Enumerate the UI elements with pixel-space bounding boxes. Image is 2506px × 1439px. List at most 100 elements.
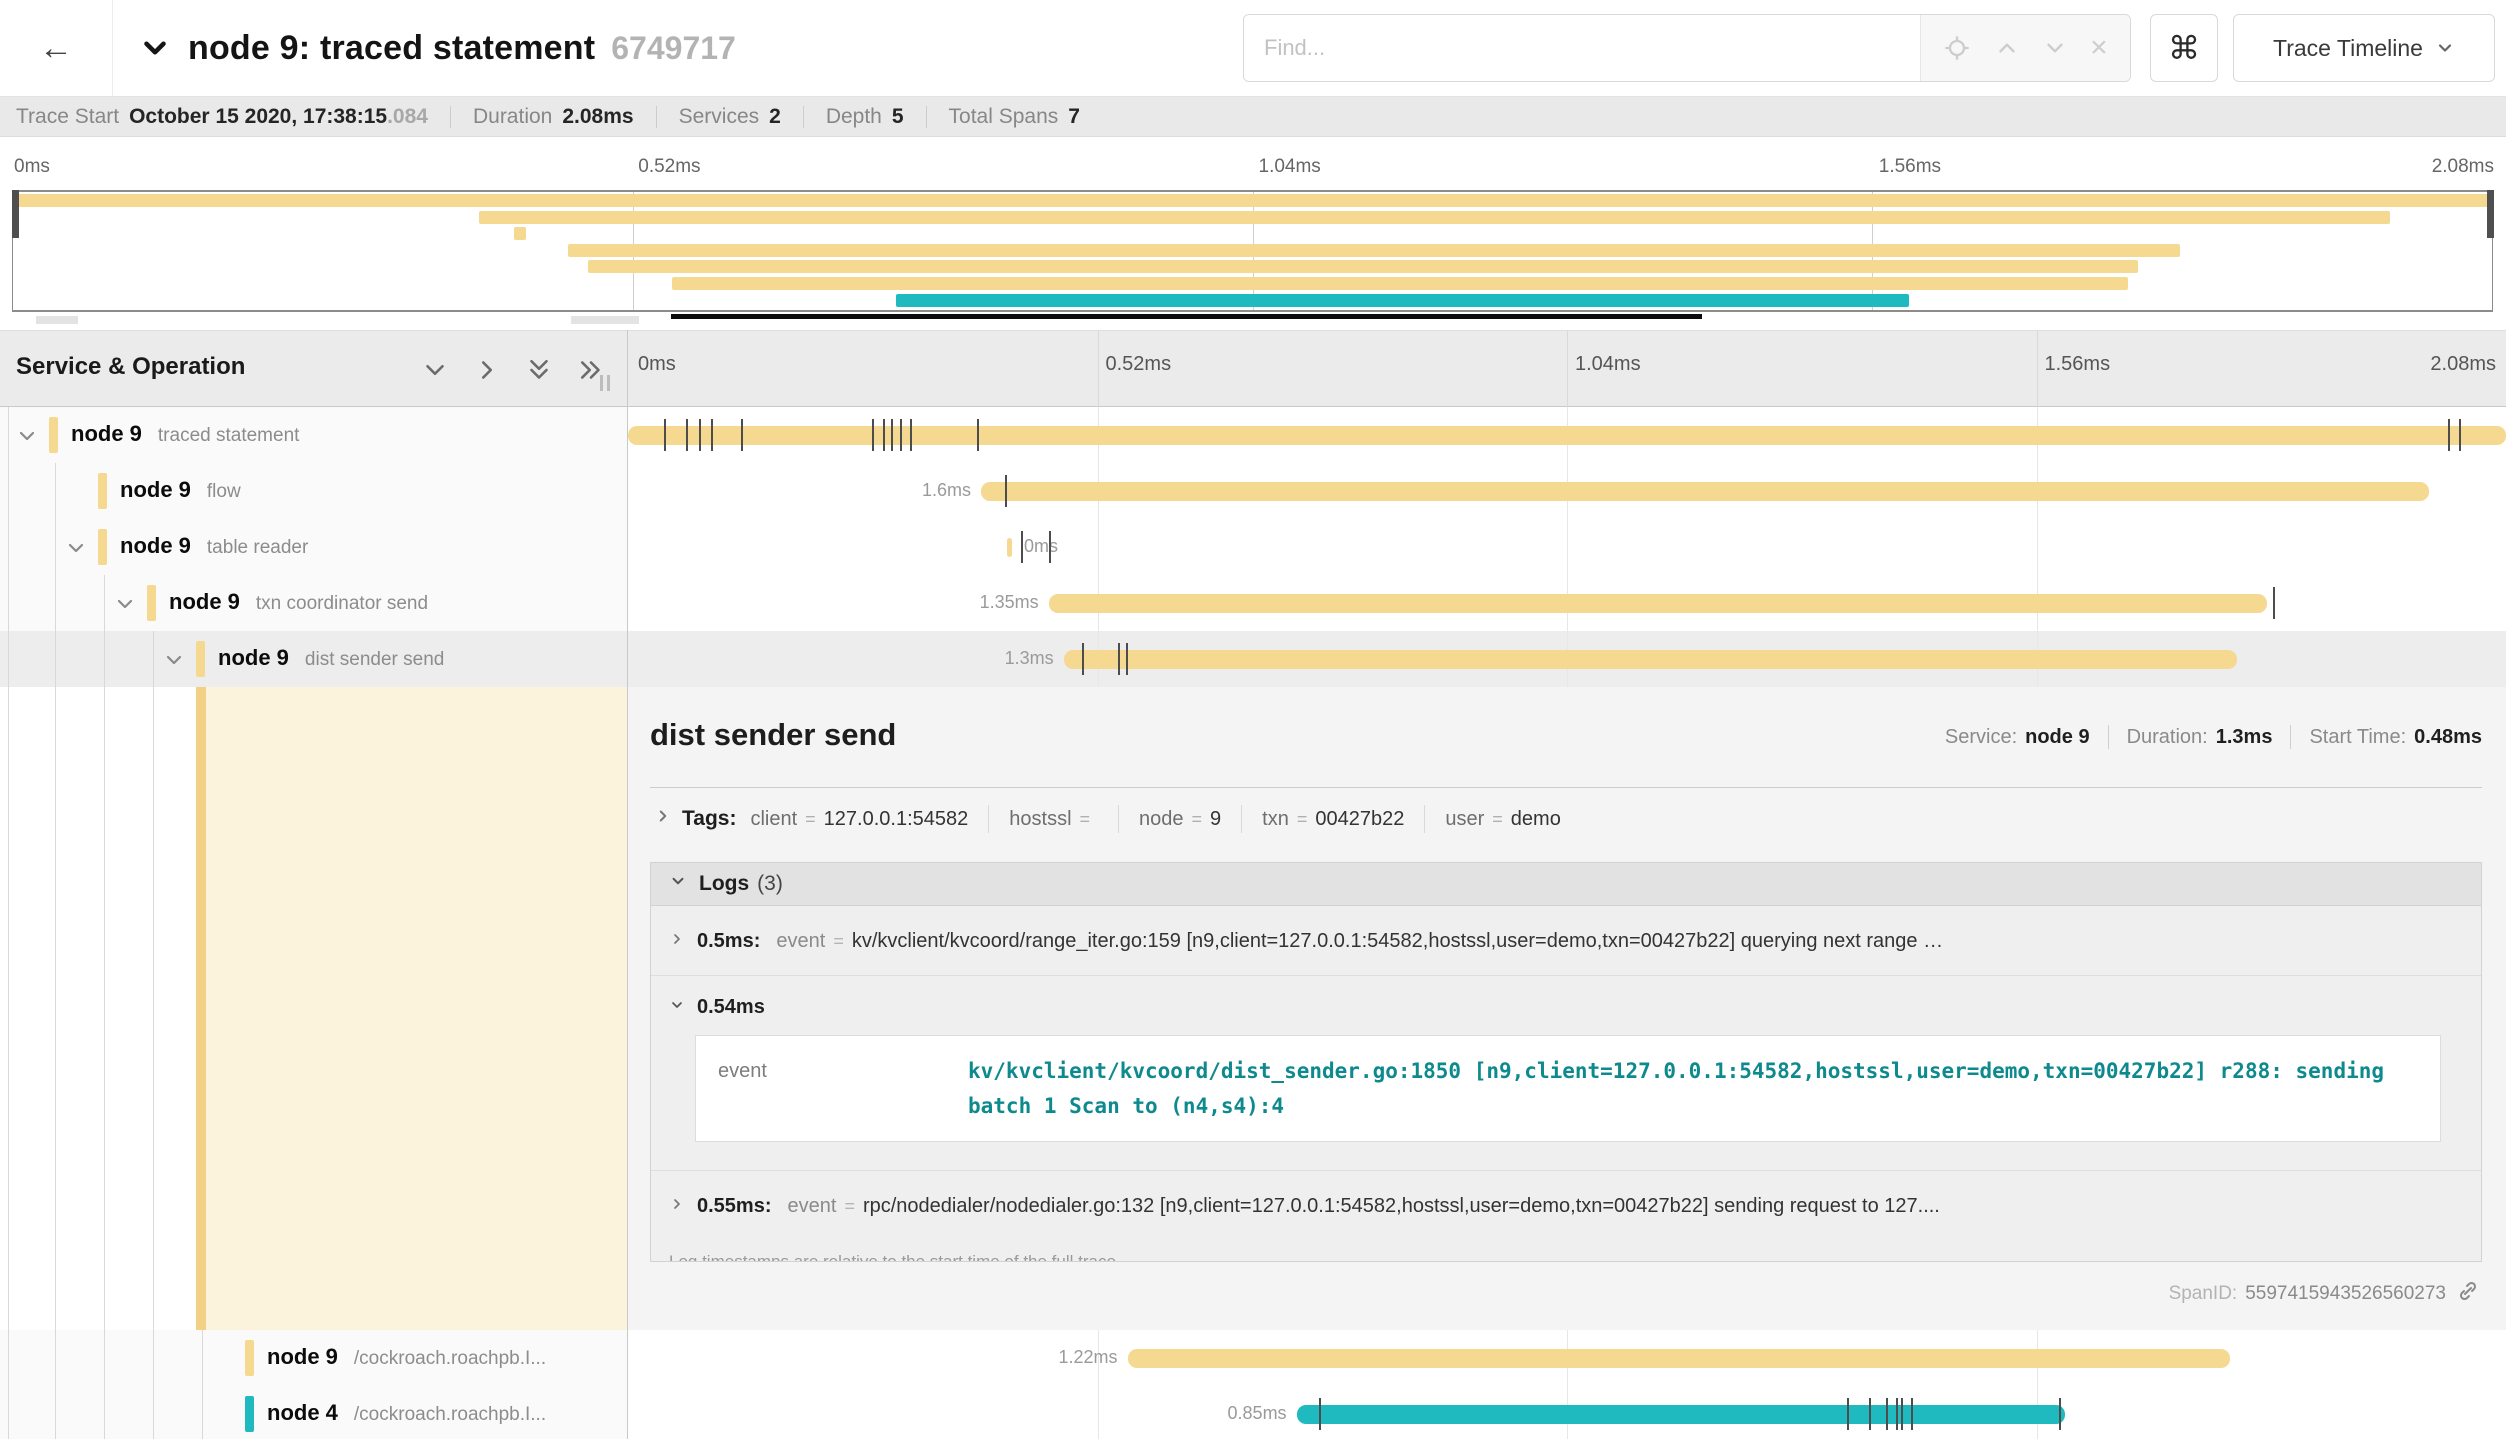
minimap-span-bar [896, 294, 1910, 307]
span-timeline-cell[interactable] [628, 407, 2506, 463]
span-bar[interactable] [1297, 1405, 2065, 1424]
log-marker-tick [977, 419, 979, 451]
row-expand-chevron-icon[interactable] [15, 424, 39, 453]
log-marker-tick [1869, 1398, 1871, 1430]
trace-id-short: 6749717 [611, 30, 736, 67]
log-marker-tick [2273, 587, 2275, 619]
minimap-tick-label: 0ms [14, 156, 50, 178]
keyboard-shortcuts-button[interactable]: ⌘ [2150, 14, 2218, 82]
tag-separator [1118, 805, 1119, 833]
service-name: node 9traced statement [71, 421, 299, 447]
start-time-value: 0.48ms [2414, 726, 2482, 749]
collapse-trace-header-icon[interactable] [138, 31, 172, 70]
tags-row[interactable]: Tags:client=127.0.0.1:54582hostssl=node=… [654, 805, 1561, 833]
span-row[interactable]: node 9table reader0ms [0, 519, 2506, 575]
log-marker-tick [1082, 643, 1084, 675]
span-name-cell[interactable]: node 9flow [0, 463, 627, 519]
minimap-span-bar [568, 244, 2179, 257]
log-marker-tick [686, 419, 688, 451]
tag-value: 127.0.0.1:54582 [824, 808, 969, 831]
span-row[interactable]: node 9traced statement [0, 407, 2506, 463]
span-color-bar [49, 417, 58, 453]
ruler-grid-line [1567, 331, 1568, 407]
span-timeline-cell[interactable]: 1.3ms [628, 631, 2506, 687]
detail-divider [650, 787, 2482, 788]
span-detail-row: dist sender send Service:node 9 Duration… [0, 687, 2506, 1330]
log-timestamp: 0.54ms [697, 996, 765, 1019]
tags-label: Tags: [682, 807, 736, 831]
log-expanded-header[interactable]: 0.54ms [669, 996, 2461, 1019]
span-bar[interactable] [981, 482, 2429, 501]
minimap-handle-right[interactable] [2487, 190, 2494, 238]
find-clear-icon[interactable]: × [2090, 31, 2108, 65]
span-row[interactable]: node 4/cockroach.roachpb.I...0.85ms [0, 1386, 2506, 1439]
find-next-icon[interactable] [2042, 35, 2068, 61]
span-name-cell[interactable]: node 9/cockroach.roachpb.I... [0, 1330, 627, 1386]
span-color-bar [98, 529, 107, 565]
log-kv-key: event [696, 1054, 968, 1123]
locate-icon[interactable] [1943, 34, 1971, 62]
ruler-tick-label: 0ms [638, 353, 676, 376]
column-divider[interactable] [627, 330, 628, 1439]
tree-guide-line [202, 1386, 203, 1439]
span-name-cell[interactable]: node 9table reader [0, 519, 627, 575]
logs-title: Logs [699, 872, 749, 896]
span-bar[interactable] [1064, 650, 2238, 669]
span-timeline-cell[interactable]: 1.22ms [628, 1330, 2506, 1386]
row-expand-chevron-icon[interactable] [162, 648, 186, 677]
tree-guide-line [104, 631, 105, 687]
find-prev-icon[interactable] [1994, 35, 2020, 61]
minimap-scroll-indicator[interactable] [671, 314, 1702, 319]
span-row[interactable]: node 9dist sender send 1.3ms [0, 631, 2506, 687]
column-resize-grip[interactable] [600, 375, 610, 391]
summary-separator [926, 106, 927, 128]
collapse-one-icon[interactable] [420, 355, 450, 385]
span-name-cell[interactable]: node 9txn coordinator send [0, 575, 627, 631]
log-marker-tick [2448, 419, 2450, 451]
span-row[interactable]: node 9/cockroach.roachpb.I...1.22ms [0, 1330, 2506, 1386]
log-field-value: kv/kvclient/kvcoord/range_iter.go:159 [n… [852, 930, 1943, 953]
log-marker-tick [872, 419, 874, 451]
log-row[interactable]: 0.55ms:event=rpc/nodedialer/nodedialer.g… [651, 1170, 2481, 1240]
span-id-label: SpanID: [2169, 1283, 2238, 1305]
tree-guide-line [104, 687, 105, 1330]
collapse-all-icon[interactable] [524, 355, 554, 385]
expand-one-icon[interactable] [472, 355, 502, 385]
row-expand-chevron-icon[interactable] [113, 592, 137, 621]
log-marker-tick [664, 419, 666, 451]
timeline-column-header: Service & Operation 0ms0.52ms1.04ms1.56m… [0, 330, 2506, 407]
span-name-cell[interactable]: node 9traced statement [0, 407, 627, 463]
logs-header[interactable]: Logs (3) [651, 863, 2481, 906]
span-duration-label: 1.3ms [1005, 648, 1054, 669]
span-detail-left-gutter [0, 687, 627, 1330]
span-timeline-cell[interactable]: 0ms [628, 519, 2506, 575]
log-kv-value: kv/kvclient/kvcoord/dist_sender.go:1850 … [968, 1054, 2440, 1123]
span-timeline-cell[interactable]: 0.85ms [628, 1386, 2506, 1439]
view-selector-button[interactable]: Trace Timeline [2233, 14, 2495, 82]
row-expand-chevron-icon[interactable] [64, 536, 88, 565]
span-bar[interactable] [1049, 594, 2268, 613]
link-icon[interactable] [2446, 1279, 2480, 1309]
log-kv-table: eventkv/kvclient/kvcoord/dist_sender.go:… [695, 1035, 2441, 1142]
span-row[interactable]: node 9flow1.6ms [0, 463, 2506, 519]
span-timeline-cell[interactable]: 1.35ms [628, 575, 2506, 631]
span-bar[interactable] [1007, 538, 1012, 557]
span-name-cell[interactable]: node 4/cockroach.roachpb.I... [0, 1386, 627, 1439]
span-row[interactable]: node 9txn coordinator send1.35ms [0, 575, 2506, 631]
log-row[interactable]: 0.5ms:event=kv/kvclient/kvcoord/range_it… [651, 906, 2481, 975]
log-row-expanded[interactable]: 0.54ms eventkv/kvclient/kvcoord/dist_send… [651, 975, 2481, 1170]
tree-guide-line [55, 575, 56, 631]
trace-timeline-page: ← node 9: traced statement 6749717 × ⌘ T… [0, 0, 2506, 1439]
back-button[interactable]: ← [0, 0, 113, 96]
span-bar[interactable] [1128, 1349, 2230, 1368]
view-selector-label: Trace Timeline [2273, 35, 2423, 62]
timeline-grid-line [1098, 519, 1099, 575]
minimap-canvas[interactable] [12, 190, 2493, 312]
summary-item-label: Total Spans [949, 105, 1059, 129]
log-marker-tick [1886, 1398, 1888, 1430]
span-timeline-cell[interactable]: 1.6ms [628, 463, 2506, 519]
minimap-handle-left[interactable] [12, 190, 19, 238]
span-name-cell[interactable]: node 9dist sender send [0, 631, 627, 687]
span-detail-panel: dist sender send Service:node 9 Duration… [628, 687, 2506, 1330]
find-input[interactable] [1244, 15, 1920, 81]
